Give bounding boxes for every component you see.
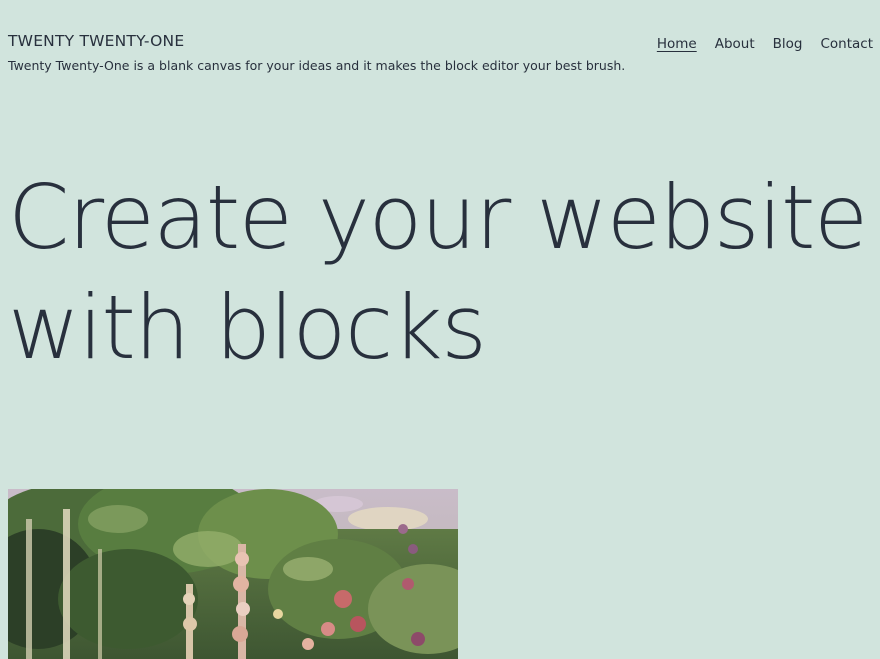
site-title-link[interactable]: TWENTY TWENTY-ONE	[8, 32, 184, 50]
site-header: TWENTY TWENTY-ONE Twenty Twenty-One is a…	[0, 0, 880, 90]
nav-item-about[interactable]: About	[715, 36, 755, 52]
nav-item-home[interactable]: Home	[657, 36, 697, 52]
hero-heading-line-2: with blocks	[8, 276, 487, 379]
hero-heading-line-1: Create your website	[8, 166, 868, 269]
hero-heading: Create your website with blocks	[8, 163, 874, 383]
nav-item-blog[interactable]: Blog	[773, 36, 803, 52]
site-description: Twenty Twenty-One is a blank canvas for …	[8, 58, 626, 73]
garden-painting-image	[8, 489, 458, 659]
nav-item-contact[interactable]: Contact	[820, 36, 873, 52]
primary-navigation: Home About Blog Contact	[657, 36, 873, 52]
